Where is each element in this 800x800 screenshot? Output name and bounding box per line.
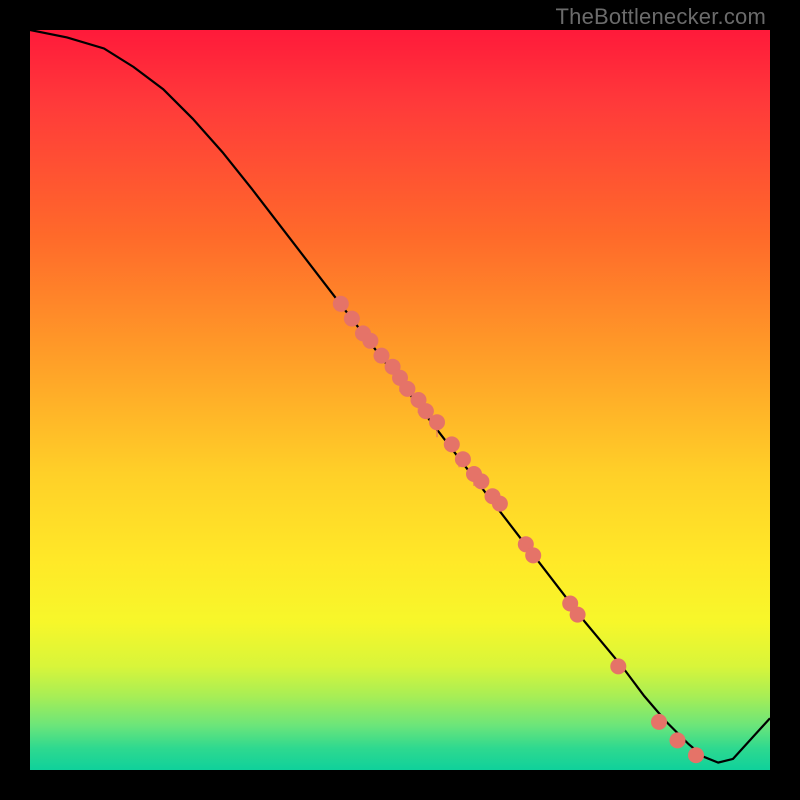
- data-point: [473, 473, 489, 489]
- data-point: [362, 333, 378, 349]
- data-point: [610, 658, 626, 674]
- data-point: [492, 496, 508, 512]
- data-point: [344, 311, 360, 327]
- plot-area: [30, 30, 770, 770]
- chart-frame: TheBottlenecker.com: [0, 0, 800, 800]
- data-point: [651, 714, 667, 730]
- data-point: [525, 547, 541, 563]
- data-point: [455, 451, 471, 467]
- curve-line: [30, 30, 770, 763]
- data-point: [444, 436, 460, 452]
- marker-points: [333, 296, 704, 763]
- chart-svg: [30, 30, 770, 770]
- data-point: [570, 607, 586, 623]
- data-point: [688, 747, 704, 763]
- data-point: [670, 732, 686, 748]
- data-point: [333, 296, 349, 312]
- watermark-text: TheBottlenecker.com: [556, 4, 766, 30]
- data-point: [429, 414, 445, 430]
